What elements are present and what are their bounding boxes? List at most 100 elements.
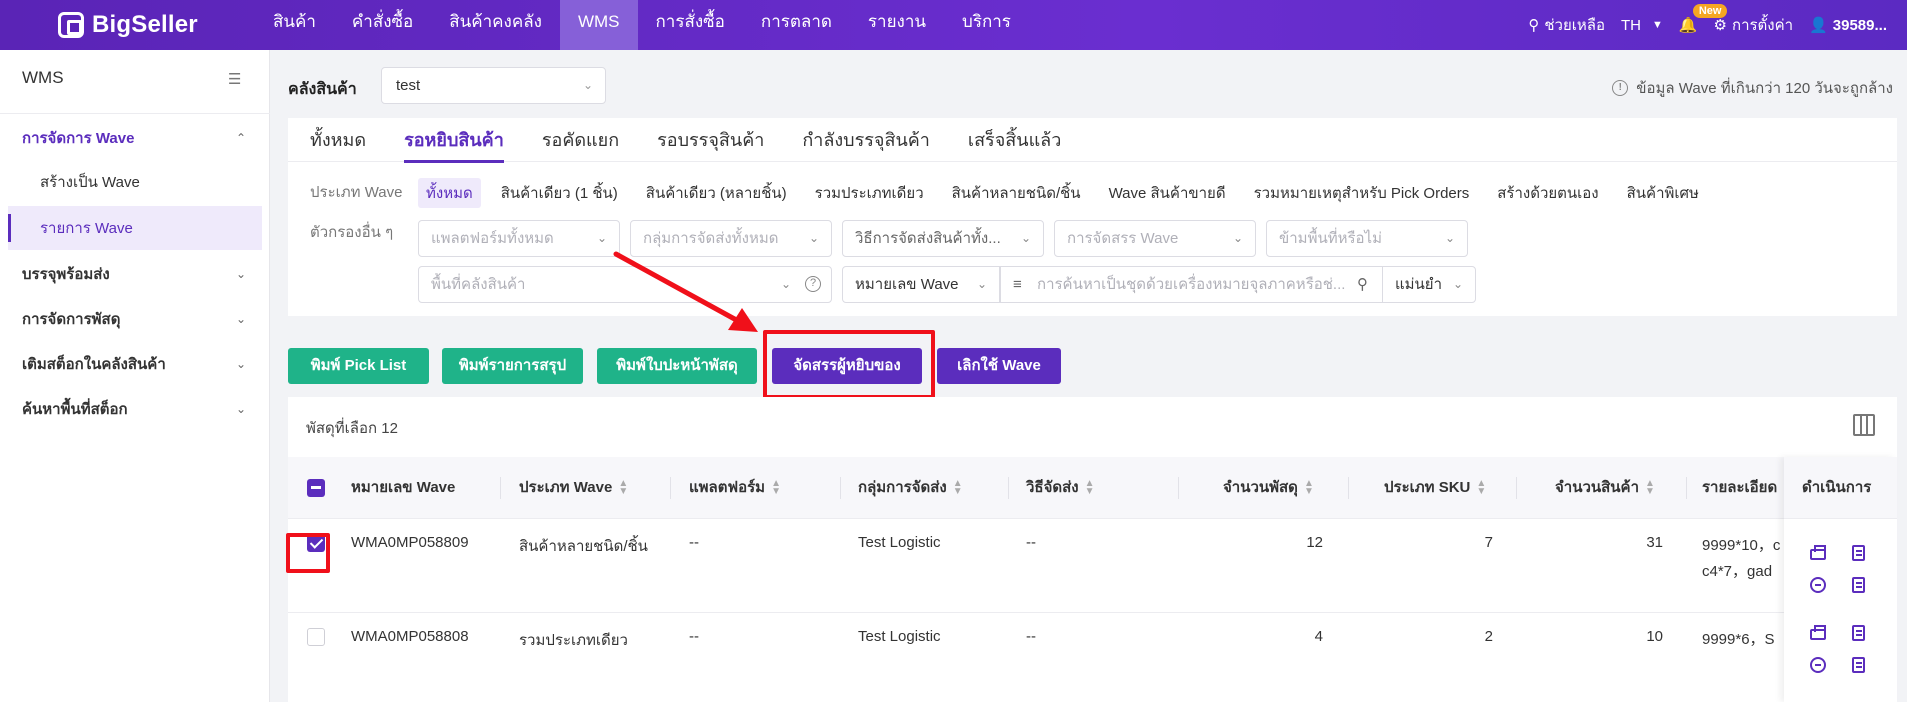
caret-down-icon: ▼ [1651, 19, 1663, 31]
row-checkbox[interactable] [307, 628, 325, 646]
col-shipping-method[interactable]: วิธีจัดส่ง ▲ ▼ [1026, 457, 1095, 519]
wave-type-same-type[interactable]: รวมประเภทเดียว [807, 178, 932, 208]
print-parcel-label-button[interactable]: พิมพ์ใบปะหน้าพัสดุ [597, 348, 757, 384]
nav-wms[interactable]: WMS [559, 0, 638, 50]
nav-services[interactable]: บริการ [944, 0, 1029, 50]
nav-reports[interactable]: รายงาน [850, 0, 944, 50]
warehouse-select[interactable]: test ⌄ [381, 67, 606, 104]
tab-awaiting-sort[interactable]: รอคัดแยก [542, 118, 619, 162]
tab-all[interactable]: ทั้งหมด [310, 118, 366, 162]
retention-notice: ! ข้อมูล Wave ที่เกินกว่า 120 วันจะถูกล้… [1612, 76, 1893, 100]
parcels-cell: 4 [1314, 628, 1323, 645]
sidebar-item-label: สร้างเป็น Wave [40, 174, 140, 191]
sort-icon: ▲ ▼ [1084, 478, 1095, 498]
printer-icon[interactable] [1810, 625, 1826, 640]
other-filters-label: ตัวกรองอื่น ๆ [310, 224, 394, 241]
chevron-down-icon: ⌄ [235, 312, 246, 326]
col-detail: รายละเอียด [1702, 479, 1778, 496]
chevron-down-icon: ⌄ [582, 78, 593, 92]
wave-type-multi-item[interactable]: สินค้าหลายชนิด/ชิ้น [944, 178, 1089, 208]
help-link[interactable]: ⚲ ช่วยเหลือ [1528, 13, 1605, 37]
sort-icon: ▲ ▼ [618, 478, 629, 498]
document-icon[interactable] [1852, 625, 1865, 641]
language-select[interactable]: TH ▼ [1621, 17, 1663, 34]
wave-type-bestseller[interactable]: Wave สินค้าขายดี [1101, 178, 1234, 208]
search-icon[interactable]: ⚲ [1357, 267, 1368, 302]
col-sku-types[interactable]: ประเภท SKU ▲ ▼ [1384, 457, 1486, 519]
sidebar-group-packing[interactable]: บรรจุพร้อมส่ง ⌄ [0, 252, 270, 296]
sidebar-group-label: บรรจุพร้อมส่ง [22, 266, 110, 283]
sidebar-group-label: การจัดการ Wave [22, 130, 135, 147]
nav-inventory[interactable]: สินค้าคงคลัง [431, 0, 560, 50]
wave-type-single-multi[interactable]: สินค้าเดียว (หลายชิ้น) [638, 178, 795, 208]
wave-type-manual[interactable]: สร้างด้วยตนเอง [1489, 178, 1606, 208]
tab-awaiting-pack[interactable]: รอบรรจุสินค้า [657, 118, 764, 162]
remove-circle-icon[interactable] [1810, 577, 1826, 593]
file-icon[interactable] [1852, 577, 1865, 593]
sidebar-group-wave-management[interactable]: การจัดการ Wave ⌃ [0, 116, 270, 160]
nav-products[interactable]: สินค้า [255, 0, 334, 50]
sidebar-group-replenish[interactable]: เติมสต็อกในคลังสินค้า ⌄ [0, 342, 270, 386]
user-menu[interactable]: 👤 39589... [1809, 16, 1887, 35]
wave-type-cell: สินค้าหลายชนิด/ชิ้น [519, 538, 648, 555]
nav-orders[interactable]: คำสั่งซื้อ [334, 0, 431, 50]
tab-completed[interactable]: เสร็จสิ้นแล้ว [968, 118, 1061, 162]
col-shipping-group[interactable]: กลุ่มการจัดส่ง ▲ ▼ [858, 457, 963, 519]
logo[interactable]: BigSeller [58, 9, 198, 41]
status-tabs: ทั้งหมด รอหยิบสินค้า รอคัดแยก รอบรรจุสิน… [288, 118, 1897, 163]
wave-type-single-one[interactable]: สินค้าเดียว (1 ชิ้น) [493, 178, 626, 208]
wave-no-cell[interactable]: WMA0MP058808 [351, 628, 469, 645]
bell-icon: 🔔 [1678, 17, 1698, 34]
print-summary-button[interactable]: พิมพ์รายการสรุป [442, 348, 583, 384]
sidebar-group-stock-location[interactable]: ค้นหาพื้นที่สต็อก ⌄ [0, 387, 270, 431]
wave-type-notes[interactable]: รวมหมายเหตุสำหรับ Pick Orders [1246, 178, 1478, 208]
wave-table-card: พัสดุที่เลือก 12 หมายเลข Wave ประเภท Wav… [286, 397, 1897, 702]
cancel-wave-button[interactable]: เลิกใช้ Wave [937, 348, 1061, 384]
sidebar-item-create-wave[interactable]: สร้างเป็น Wave [8, 160, 262, 204]
sidebar-item-wave-list[interactable]: รายการ Wave [8, 206, 262, 250]
sidebar-group-label: ค้นหาพื้นที่สต็อก [22, 401, 128, 418]
sidebar-item-label: รายการ Wave [40, 220, 133, 237]
table-row: WMA0MP058809 สินค้าหลายชนิด/ชิ้น -- Test… [288, 519, 1897, 613]
settings-link[interactable]: ⚙ การตั้งค่า [1714, 13, 1794, 37]
highlight-box-assign-picker [763, 330, 935, 399]
wave-allocation-select[interactable]: การจัดสรร Wave ⌄ [1054, 220, 1256, 257]
col-parcels[interactable]: จำนวนพัสดุ ▲ ▼ [1223, 457, 1314, 519]
tab-packing[interactable]: กำลังบรรจุสินค้า [802, 118, 930, 162]
help-circle-icon[interactable]: ? [805, 276, 821, 292]
sidebar-group-parcels[interactable]: การจัดการพัสดุ ⌄ [0, 297, 270, 341]
print-pick-list-button[interactable]: พิมพ์ Pick List [288, 348, 429, 384]
wave-type-all[interactable]: ทั้งหมด [418, 178, 481, 208]
notifications[interactable]: 🔔 New [1678, 4, 1728, 34]
tab-awaiting-pick[interactable]: รอหยิบสินค้า [404, 118, 504, 163]
sku-types-cell: 2 [1484, 628, 1493, 645]
search-input[interactable]: ≡ การค้นหาเป็นชุดด้วยเครื่องหมายจุลภาคหร… [1000, 266, 1382, 303]
highlight-box-row-checkbox [286, 533, 330, 573]
chevron-down-icon: ⌄ [1020, 231, 1031, 245]
col-qty[interactable]: จำนวนสินค้า ▲ ▼ [1555, 457, 1655, 519]
gear-icon: ⚙ [1713, 17, 1727, 34]
document-icon[interactable] [1852, 545, 1865, 561]
wave-type-special[interactable]: สินค้าพิเศษ [1619, 178, 1707, 208]
shipping-method-select[interactable]: วิธีการจัดส่งสินค้าทั้ง... ⌄ [842, 220, 1044, 257]
search-field-select[interactable]: หมายเลข Wave ⌄ [842, 266, 1000, 303]
shipping-method-cell: -- [1026, 628, 1036, 645]
skip-area-select[interactable]: ข้ามพื้นที่หรือไม่ ⌄ [1266, 220, 1468, 257]
col-wave-type[interactable]: ประเภท Wave ▲ ▼ [519, 457, 628, 519]
chevron-down-icon: ⌄ [235, 402, 246, 416]
nav-right: ⚲ ช่วยเหลือ TH ▼ 🔔 New ⚙ การตั้งค่า 👤 39… [1528, 0, 1887, 50]
remove-circle-icon[interactable] [1810, 657, 1826, 673]
nav-purchase[interactable]: การสั่งซื้อ [638, 0, 743, 50]
columns-settings-icon[interactable] [1853, 414, 1875, 436]
nav-marketing[interactable]: การตลาด [743, 0, 850, 50]
language-label: TH [1620, 16, 1641, 34]
sort-icon: ▲ ▼ [1303, 478, 1314, 498]
col-platform[interactable]: แพลตฟอร์ม ▲ ▼ [689, 457, 781, 519]
printer-icon[interactable] [1810, 545, 1826, 560]
file-icon[interactable] [1852, 657, 1865, 673]
wave-no-cell[interactable]: WMA0MP058809 [351, 534, 469, 551]
collapse-menu-icon[interactable]: ☰ [228, 70, 241, 88]
match-mode-select[interactable]: แม่นยำ ⌄ [1382, 266, 1476, 303]
select-all-checkbox[interactable] [307, 479, 325, 497]
platform-select[interactable]: แพลตฟอร์มทั้งหมด ⌄ [418, 220, 620, 257]
